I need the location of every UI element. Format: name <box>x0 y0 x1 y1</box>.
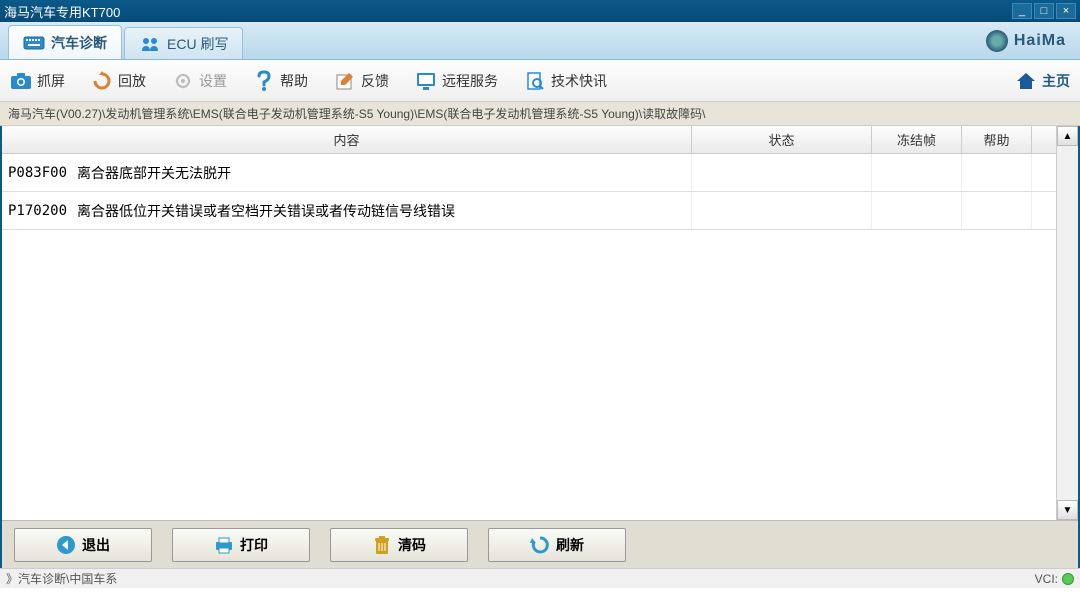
haima-logo-icon <box>986 30 1008 52</box>
breadcrumb-text: 海马汽车(V00.27)\发动机管理系统\EMS(联合电子发动机管理系统-S5 … <box>8 105 705 122</box>
print-button[interactable]: 打印 <box>172 528 310 562</box>
table-row[interactable]: P170200 离合器低位开关错误或者空档开关错误或者传动链信号线错误 <box>2 192 1056 230</box>
main-tabbar: 汽车诊断 ECU 刷写 HaiMa <box>0 22 1080 60</box>
back-arrow-icon <box>56 535 76 555</box>
vertical-scrollbar[interactable]: ▲ ▼ <box>1056 126 1078 520</box>
tool-label: 帮助 <box>280 71 308 91</box>
dtc-help <box>962 154 1032 191</box>
tool-label: 抓屏 <box>37 71 65 91</box>
playback-button[interactable]: 回放 <box>91 70 146 92</box>
settings-button: 设置 <box>172 70 227 92</box>
tab-ecu-flash[interactable]: ECU 刷写 <box>124 27 243 59</box>
question-icon <box>253 70 275 92</box>
vci-label: VCI: <box>1035 572 1058 586</box>
monitor-icon <box>415 70 437 92</box>
camera-icon <box>10 70 32 92</box>
th-status[interactable]: 状态 <box>692 126 872 153</box>
dtc-table: 内容 状态 冻结帧 帮助 P083F00 离合器底部开关无法脱开 <box>2 126 1056 520</box>
th-freeze[interactable]: 冻结帧 <box>872 126 962 153</box>
btn-label: 退出 <box>82 535 110 555</box>
tool-label: 远程服务 <box>442 71 498 91</box>
breadcrumb: 海马汽车(V00.27)\发动机管理系统\EMS(联合电子发动机管理系统-S5 … <box>0 102 1080 126</box>
search-doc-icon <box>524 70 546 92</box>
window-title: 海马汽车专用KT700 <box>4 2 1012 21</box>
screenshot-button[interactable]: 抓屏 <box>10 70 65 92</box>
dtc-status <box>692 154 872 191</box>
maximize-button[interactable]: □ <box>1034 3 1054 19</box>
minimize-button[interactable]: _ <box>1012 3 1032 19</box>
home-button[interactable]: 主页 <box>1015 70 1070 92</box>
tab-diagnosis[interactable]: 汽车诊断 <box>8 25 122 59</box>
help-button[interactable]: 帮助 <box>253 70 308 92</box>
window-titlebar: 海马汽车专用KT700 _ □ × <box>0 0 1080 22</box>
vci-status: VCI: <box>1035 572 1074 586</box>
printer-icon <box>214 535 234 555</box>
statusbar: 》汽车诊断\中国车系 VCI: <box>0 568 1080 588</box>
table-row[interactable]: P083F00 离合器底部开关无法脱开 <box>2 154 1056 192</box>
main-toolbar: 抓屏 回放 设置 帮助 反馈 远程服务 技术快讯 <box>0 60 1080 102</box>
dtc-status <box>692 192 872 229</box>
tool-label: 反馈 <box>361 71 389 91</box>
btn-label: 打印 <box>240 535 268 555</box>
clear-codes-button[interactable]: 清码 <box>330 528 468 562</box>
brand-text: HaiMa <box>1014 32 1066 50</box>
scroll-track[interactable] <box>1057 146 1078 500</box>
tool-label: 主页 <box>1042 71 1070 91</box>
scroll-up-button[interactable]: ▲ <box>1057 126 1078 146</box>
trash-icon <box>372 535 392 555</box>
th-content[interactable]: 内容 <box>2 126 692 153</box>
remote-service-button[interactable]: 远程服务 <box>415 70 498 92</box>
keyboard-icon <box>23 35 45 51</box>
dtc-help <box>962 192 1032 229</box>
dtc-freeze <box>872 192 962 229</box>
vci-connected-icon <box>1062 573 1074 585</box>
people-icon <box>139 36 161 52</box>
home-icon <box>1015 70 1037 92</box>
th-help[interactable]: 帮助 <box>962 126 1032 153</box>
dtc-freeze <box>872 154 962 191</box>
scroll-down-button[interactable]: ▼ <box>1057 500 1078 520</box>
dtc-code: P170200 <box>8 203 67 219</box>
btn-label: 清码 <box>398 535 426 555</box>
dtc-code: P083F00 <box>8 165 67 181</box>
edit-icon <box>334 70 356 92</box>
feedback-button[interactable]: 反馈 <box>334 70 389 92</box>
refresh-icon <box>530 535 550 555</box>
tool-label: 技术快讯 <box>551 71 607 91</box>
tab-label: 汽车诊断 <box>51 33 107 53</box>
refresh-button[interactable]: 刷新 <box>488 528 626 562</box>
table-header-row: 内容 状态 冻结帧 帮助 <box>2 126 1056 154</box>
dtc-desc: 离合器底部开关无法脱开 <box>77 163 231 183</box>
dtc-desc: 离合器低位开关错误或者空档开关错误或者传动链信号线错误 <box>77 201 455 221</box>
tab-label: ECU 刷写 <box>167 34 228 54</box>
gear-icon <box>172 70 194 92</box>
brand-logo-area: HaiMa <box>986 30 1066 52</box>
btn-label: 刷新 <box>556 535 584 555</box>
status-path: 》汽车诊断\中国车系 <box>6 570 117 587</box>
content-area: 内容 状态 冻结帧 帮助 P083F00 离合器底部开关无法脱开 <box>0 126 1080 568</box>
tool-label: 设置 <box>199 71 227 91</box>
exit-button[interactable]: 退出 <box>14 528 152 562</box>
tech-news-button[interactable]: 技术快讯 <box>524 70 607 92</box>
close-button[interactable]: × <box>1056 3 1076 19</box>
refresh-icon <box>91 70 113 92</box>
action-button-bar: 退出 打印 清码 刷新 <box>2 520 1078 568</box>
tool-label: 回放 <box>118 71 146 91</box>
